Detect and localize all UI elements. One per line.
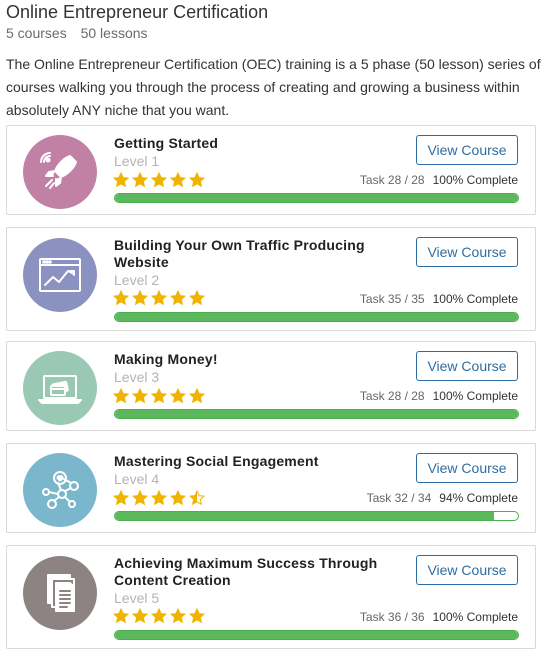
progress-text: Task 32 / 34 94% Complete [367, 491, 518, 505]
star-rating [112, 387, 206, 409]
course-card: Making Money! Level 3 View Course Task 2… [6, 341, 536, 431]
course-card: Getting Started Level 1 View Course Task… [6, 125, 536, 215]
documents-icon [23, 556, 97, 630]
view-course-button[interactable]: View Course [416, 555, 518, 585]
star-rating [112, 171, 206, 193]
star-full-icon [131, 171, 149, 193]
course-title[interactable]: Achieving Maximum Success Through Conten… [114, 555, 384, 589]
star-full-icon [131, 387, 149, 409]
progress-text: Task 35 / 35 100% Complete [360, 292, 518, 306]
star-full-icon [112, 289, 130, 311]
view-course-button[interactable]: View Course [416, 135, 518, 165]
star-full-icon [150, 489, 168, 511]
progress-text: Task 28 / 28 100% Complete [360, 389, 518, 403]
progress-bar [114, 630, 519, 640]
star-full-icon [150, 171, 168, 193]
laptop-card-icon [23, 351, 97, 425]
star-full-icon [188, 171, 206, 193]
percent-complete: 100% Complete [432, 389, 518, 403]
star-full-icon [112, 489, 130, 511]
course-title[interactable]: Mastering Social Engagement [114, 453, 384, 470]
progress-fill [115, 631, 518, 639]
progress-bar [114, 312, 519, 322]
page-title: Online Entrepreneur Certification [6, 2, 269, 22]
course-title[interactable]: Making Money! [114, 351, 384, 368]
website-chart-icon [23, 238, 97, 312]
star-full-icon [131, 607, 149, 629]
lessons-count: 50 lessons [80, 25, 148, 41]
star-full-icon [188, 387, 206, 409]
program-description: The Online Entrepreneur Certification (O… [6, 56, 541, 118]
star-full-icon [169, 489, 187, 511]
course-level: Level 5 [114, 590, 160, 606]
course-level: Level 3 [114, 369, 160, 385]
progress-bar [114, 511, 519, 521]
star-full-icon [131, 489, 149, 511]
star-full-icon [131, 289, 149, 311]
progress-bar [114, 193, 519, 203]
star-full-icon [188, 607, 206, 629]
star-full-icon [112, 171, 130, 193]
progress-fill [115, 512, 494, 520]
star-full-icon [169, 289, 187, 311]
course-level: Level 1 [114, 153, 160, 169]
star-full-icon [150, 387, 168, 409]
progress-fill [115, 194, 518, 202]
view-course-button[interactable]: View Course [416, 351, 518, 381]
task-count: Task 36 / 36 [359, 610, 425, 624]
progress-fill [115, 313, 518, 321]
view-course-button[interactable]: View Course [416, 237, 518, 267]
star-rating [112, 607, 206, 629]
task-count: Task 28 / 28 [359, 389, 425, 403]
progress-bar [114, 409, 519, 419]
star-rating [112, 289, 206, 311]
course-level: Level 4 [114, 471, 160, 487]
percent-complete: 94% Complete [439, 491, 518, 505]
star-rating [112, 489, 206, 511]
star-half-icon [188, 489, 206, 511]
social-network-icon [23, 453, 97, 527]
star-full-icon [112, 607, 130, 629]
progress-fill [115, 410, 518, 418]
percent-complete: 100% Complete [432, 610, 518, 624]
star-full-icon [150, 607, 168, 629]
progress-text: Task 36 / 36 100% Complete [360, 610, 518, 624]
course-level: Level 2 [114, 272, 160, 288]
course-card: Achieving Maximum Success Through Conten… [6, 545, 536, 649]
percent-complete: 100% Complete [432, 173, 518, 187]
star-full-icon [169, 387, 187, 409]
courses-count: 5 courses [6, 25, 67, 41]
view-course-button[interactable]: View Course [416, 453, 518, 483]
star-full-icon [150, 289, 168, 311]
course-title[interactable]: Building Your Own Traffic Producing Webs… [114, 237, 384, 271]
progress-text: Task 28 / 28 100% Complete [360, 173, 518, 187]
task-count: Task 28 / 28 [359, 173, 425, 187]
star-full-icon [169, 607, 187, 629]
star-full-icon [169, 171, 187, 193]
task-count: Task 32 / 34 [366, 491, 432, 505]
percent-complete: 100% Complete [432, 292, 518, 306]
rocket-icon [23, 135, 97, 209]
star-full-icon [112, 387, 130, 409]
course-card: Building Your Own Traffic Producing Webs… [6, 227, 536, 331]
course-title[interactable]: Getting Started [114, 135, 384, 152]
task-count: Task 35 / 35 [359, 292, 425, 306]
star-full-icon [188, 289, 206, 311]
course-card: Mastering Social Engagement Level 4 View… [6, 443, 536, 533]
course-meta: 5 courses 50 lessons [6, 25, 158, 41]
